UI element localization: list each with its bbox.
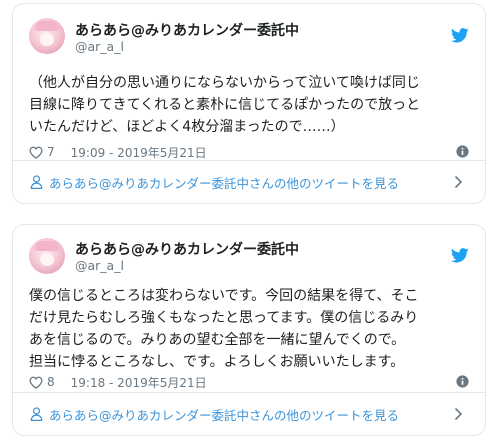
user-handle[interactable]: @ar_a_l (75, 39, 124, 54)
chevron-right-icon[interactable] (454, 407, 463, 421)
timestamp[interactable]: 19:18 - 2019年5月21日 (71, 374, 207, 391)
like-count[interactable]: 8 (47, 375, 55, 389)
timestamp[interactable]: 19:09 - 2019年5月21日 (71, 144, 207, 161)
heart-icon[interactable] (29, 146, 43, 159)
twitter-bird-icon[interactable] (451, 28, 469, 43)
tweet-text-line: 僕の信じるところは変わらないです。今回の結果を得て、そこ (29, 288, 419, 304)
more-tweets-label[interactable]: あらあら@みりあカレンダー委託中さんの他のツイートを見る (49, 405, 399, 424)
tweet-card: あらあら@みりあカレンダー委託中 @ar_a_l （他人が自分の思い通りにならな… (12, 3, 486, 204)
tweet-card: あらあら@みりあカレンダー委託中 @ar_a_l 僕の信じるところは変わらないで… (12, 224, 486, 436)
tweet-text-line: （他人が自分の思い通りにならないからって泣いて喚けば同じ (29, 75, 420, 91)
tweet-text-line: 目線に降りてきてくれると素朴に信じてるぽかったので放っと (29, 97, 421, 113)
like-count[interactable]: 7 (47, 145, 55, 159)
tweet-meta: 7 19:09 - 2019年5月21日 (29, 143, 469, 161)
tweet-text: 僕の信じるところは変わらないです。今回の結果を得て、そこ だけ見たらむしろ強くも… (29, 285, 469, 373)
tweet-meta: 8 19:18 - 2019年5月21日 (29, 373, 469, 391)
more-tweets-link[interactable]: あらあら@みりあカレンダー委託中さんの他のツイートを見る (13, 160, 485, 203)
tweet-text: （他人が自分の思い通りにならないからって泣いて喚けば同じ 目線に降りてきてくれる… (29, 72, 469, 138)
tweet-text-line: いたんだけど、ほどよく4枚分溜まったので……） (29, 119, 345, 135)
user-icon (30, 407, 43, 421)
more-tweets-link[interactable]: あらあら@みりあカレンダー委託中さんの他のツイートを見る (13, 392, 485, 435)
tweet-text-line: だけ見たらむしろ強くもなったと思ってます。僕の信じるみり (29, 310, 419, 326)
user-icon (30, 175, 43, 189)
display-name[interactable]: あらあら@みりあカレンダー委託中 (75, 20, 299, 40)
chevron-right-icon[interactable] (454, 175, 463, 189)
avatar[interactable] (29, 18, 65, 54)
heart-icon[interactable] (29, 376, 43, 389)
avatar[interactable] (29, 238, 65, 274)
tweet-text-line: 担当に悖るところなし、です。よろしくお願いいたします。 (29, 354, 405, 370)
display-name[interactable]: あらあら@みりあカレンダー委託中 (75, 239, 299, 259)
info-icon[interactable] (456, 145, 469, 158)
user-handle[interactable]: @ar_a_l (75, 258, 124, 273)
tweet-text-line: あを信じるので。みりあの望む全部を一緒に望んでくので。 (29, 332, 406, 348)
info-icon[interactable] (456, 375, 469, 388)
twitter-bird-icon[interactable] (451, 248, 469, 263)
more-tweets-label[interactable]: あらあら@みりあカレンダー委託中さんの他のツイートを見る (49, 173, 399, 192)
